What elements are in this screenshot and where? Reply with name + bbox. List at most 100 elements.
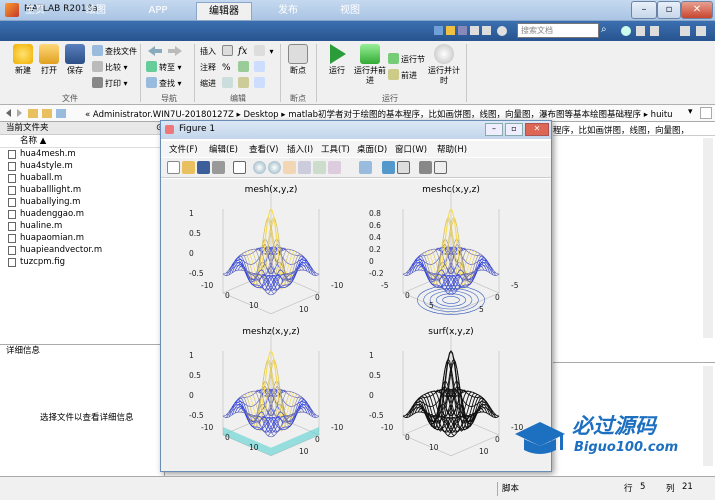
insert-button[interactable]: 插入 <box>200 45 216 59</box>
pan-icon[interactable] <box>283 161 296 174</box>
indent-icon[interactable] <box>222 77 235 91</box>
path-dropdown-icon[interactable]: ▾ <box>688 107 693 117</box>
zoom-out-icon[interactable] <box>268 161 281 174</box>
editor-scrollbar[interactable] <box>703 138 713 338</box>
find-button[interactable]: 查找 ▾ <box>146 77 182 91</box>
file-list-item[interactable]: hua4mesh.m <box>0 148 164 160</box>
back-arrow-icon <box>148 46 162 56</box>
outdent-icon[interactable] <box>254 77 267 91</box>
maximize-button[interactable]: ▫ <box>657 1 681 19</box>
goto-icon <box>146 61 157 72</box>
file-list-item[interactable]: huapaomian.m <box>0 232 164 244</box>
name-column-header[interactable]: 名称 ▲ <box>0 135 164 148</box>
open-file-icon[interactable] <box>182 161 195 174</box>
save-figure-icon[interactable] <box>197 161 210 174</box>
menu-view[interactable]: 查看(V) <box>249 143 278 155</box>
menu-tools[interactable]: 工具(T) <box>321 143 350 155</box>
indent-right-icon[interactable] <box>238 77 251 91</box>
comment-button[interactable]: 注释 <box>200 61 216 75</box>
new-figure-icon[interactable] <box>167 161 180 174</box>
z-tick-label: 1 <box>369 351 374 360</box>
figure-title: Figure 1 <box>179 124 216 134</box>
forward-arrow-icon <box>168 46 182 56</box>
path-search-icon[interactable] <box>700 107 712 119</box>
figure-minimize-button[interactable]: – <box>485 123 503 136</box>
group-nav-label: 导航 <box>161 94 177 103</box>
pointer-icon[interactable] <box>233 161 246 174</box>
plot-title-surf: surf(x,y,z) <box>428 327 474 337</box>
y-tick-label: 0 <box>315 435 320 444</box>
menu-edit[interactable]: 编辑(E) <box>209 143 238 155</box>
menu-help[interactable]: 帮助(H) <box>437 143 467 155</box>
indent-button[interactable]: 缩进 <box>200 77 216 91</box>
menu-desktop[interactable]: 桌面(D) <box>357 143 387 155</box>
print-button[interactable]: 打印 ▾ <box>92 77 128 91</box>
percent-icon[interactable]: % <box>222 61 231 75</box>
close-button[interactable]: ✕ <box>681 1 713 19</box>
compare-button[interactable]: 比较 ▾ <box>92 61 128 75</box>
status-file-type: 脚本 <box>502 484 520 494</box>
hide-plot-tools-icon[interactable] <box>419 161 432 174</box>
comment-wrap-icon[interactable] <box>238 61 251 75</box>
tab-editor[interactable]: 编辑器 <box>196 2 252 20</box>
show-plot-tools-icon[interactable] <box>434 161 447 174</box>
legend-icon[interactable] <box>397 161 410 174</box>
menu-insert[interactable]: 插入(I) <box>287 143 313 155</box>
file-list-item[interactable]: hualine.m <box>0 220 164 232</box>
goto-button[interactable]: 转至 ▾ <box>146 61 182 75</box>
rotate-icon[interactable] <box>298 161 311 174</box>
figure-maximize-button[interactable]: ▫ <box>505 123 523 136</box>
axes-box <box>402 188 500 315</box>
tab-apps[interactable]: APP <box>134 2 182 20</box>
menu-file[interactable]: 文件(F) <box>169 143 198 155</box>
file-list-item[interactable]: hua4style.m <box>0 160 164 172</box>
search-icon[interactable]: ⌕ <box>601 24 613 38</box>
file-list-item[interactable]: huaballying.m <box>0 196 164 208</box>
run-section-button[interactable]: 运行节 <box>388 53 425 67</box>
back-forward-buttons[interactable] <box>146 45 186 59</box>
advance-button[interactable]: 前进 <box>388 69 417 83</box>
zoom-in-icon[interactable] <box>253 161 266 174</box>
fx-extra-icon[interactable]: ▾ <box>254 45 274 59</box>
advance-icon <box>388 69 399 80</box>
print-figure-icon[interactable] <box>212 161 225 174</box>
divider <box>316 44 317 102</box>
contour-line <box>435 293 466 307</box>
breakpoints-button[interactable]: 断点 <box>284 44 312 76</box>
file-list-item[interactable]: huaball.m <box>0 172 164 184</box>
colorbar-icon[interactable] <box>382 161 395 174</box>
insert-section-icon[interactable] <box>222 45 235 59</box>
menu-window[interactable]: 窗口(W) <box>395 143 427 155</box>
file-icon <box>8 186 16 195</box>
tab-plots[interactable]: 绘图 <box>72 2 120 20</box>
status-bar <box>0 476 715 500</box>
z-tick-label: 0.5 <box>369 371 381 380</box>
fx-button[interactable]: fx <box>238 45 247 59</box>
link-plot-icon[interactable] <box>359 161 372 174</box>
group-edit-label: 编辑 <box>230 94 246 103</box>
data-cursor-icon[interactable] <box>313 161 326 174</box>
tab-home[interactable]: 主页 <box>12 2 58 20</box>
uncomment-icon[interactable] <box>254 61 267 75</box>
file-list-item[interactable]: huaballlight.m <box>0 184 164 196</box>
run-advance-button[interactable]: 运行并前进 <box>352 44 388 86</box>
y-tick-label: 0 <box>495 435 500 444</box>
file-list-item[interactable]: tuzcpm.fig <box>0 256 164 268</box>
search-input[interactable]: 搜索文档 <box>517 23 599 38</box>
save-button[interactable]: 保存 <box>58 44 92 76</box>
current-path[interactable]: « Administrator.WIN7U-20180127Z ▸ Deskto… <box>85 108 685 120</box>
tab-publish[interactable]: 发布 <box>262 2 314 20</box>
file-list-item[interactable]: huadenggao.m <box>0 208 164 220</box>
run-button[interactable]: 运行 <box>320 44 354 76</box>
tab-view[interactable]: 视图 <box>324 2 376 20</box>
minimize-button[interactable]: – <box>631 1 657 19</box>
run-time-button[interactable]: 运行并计时 <box>426 44 462 86</box>
x-tick-label: 0 <box>405 291 410 300</box>
figure-close-button[interactable]: ✕ <box>525 123 549 136</box>
find-files-button[interactable]: 查找文件 <box>92 45 137 59</box>
figure-window[interactable]: Figure 1 – ▫ ✕ 文件(F) 编辑(E) 查看(V) 插入(I) 工… <box>160 120 552 472</box>
file-list: hua4mesh.m hua4style.m huaball.m huaballlig… <box>0 148 164 268</box>
file-list-item[interactable]: huapieandvector.m <box>0 244 164 256</box>
path-nav-icons[interactable] <box>4 107 84 120</box>
brush-icon[interactable] <box>328 161 341 174</box>
